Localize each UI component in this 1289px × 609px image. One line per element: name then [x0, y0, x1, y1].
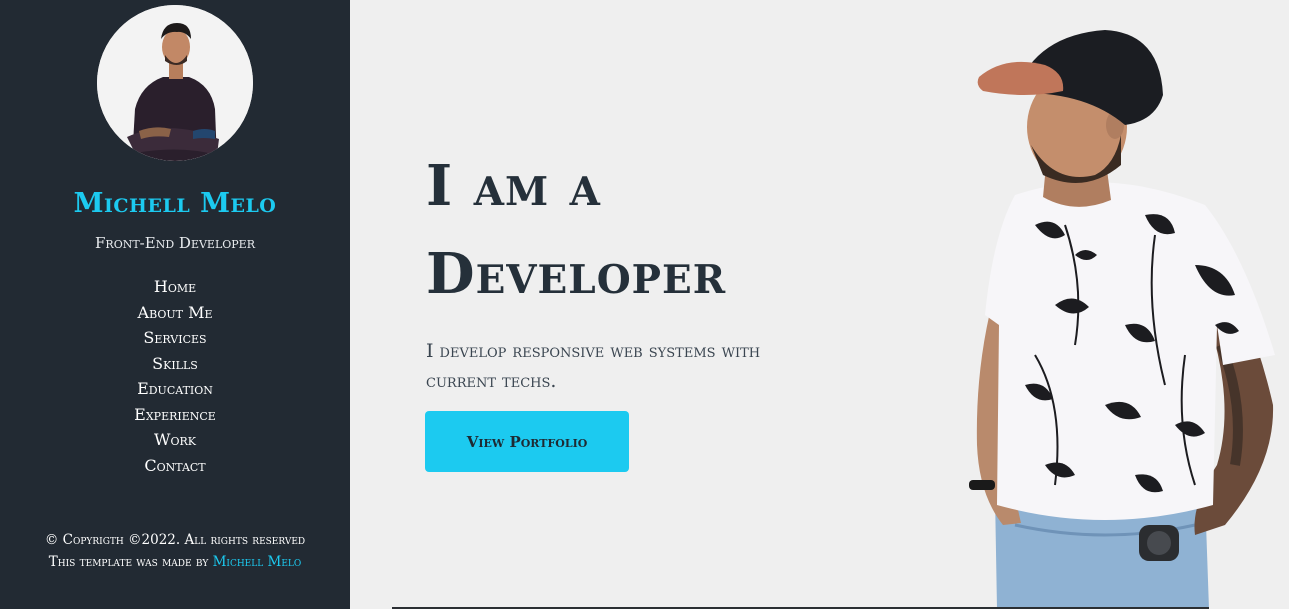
- nav-item-education[interactable]: Education: [0, 376, 350, 402]
- author-link[interactable]: Michell Melo: [213, 554, 302, 570]
- sidebar-footer: © Copyrigth ©2022. All rights reserved T…: [0, 529, 350, 573]
- nav-item-about-me[interactable]: About Me: [0, 300, 350, 326]
- hero-portrait-image: [969, 30, 1275, 609]
- hero-title-line2: Developer: [426, 241, 727, 307]
- view-portfolio-button[interactable]: View Portfolio: [425, 411, 629, 472]
- sidebar-nav: Home About Me Services Skills Education …: [0, 274, 350, 478]
- hero-title-line1: I am a: [426, 153, 601, 219]
- credit-text: This template was made by: [48, 554, 209, 570]
- hero-description: I develop responsive web systems with cu…: [426, 340, 761, 392]
- avatar-photo: [97, 5, 253, 161]
- sidebar: Michell Melo Front-End Developer Home Ab…: [0, 0, 350, 609]
- nav-item-skills[interactable]: Skills: [0, 351, 350, 377]
- copyright-text: © Copyrigth ©2022. All rights reserved: [44, 532, 306, 548]
- hero-portrait: [955, 25, 1289, 609]
- nav-item-contact[interactable]: Contact: [0, 453, 350, 479]
- profile-role: Front-End Developer: [95, 234, 255, 252]
- hero-title: I am a Developer: [426, 142, 726, 318]
- avatar: [97, 5, 253, 161]
- nav-item-experience[interactable]: Experience: [0, 402, 350, 428]
- nav-item-home[interactable]: Home: [0, 274, 350, 300]
- nav-item-services[interactable]: Services: [0, 325, 350, 351]
- credit-line: This template was made by Michell Melo: [0, 551, 350, 573]
- profile-name: Michell Melo: [73, 188, 277, 219]
- nav-item-work[interactable]: Work: [0, 427, 350, 453]
